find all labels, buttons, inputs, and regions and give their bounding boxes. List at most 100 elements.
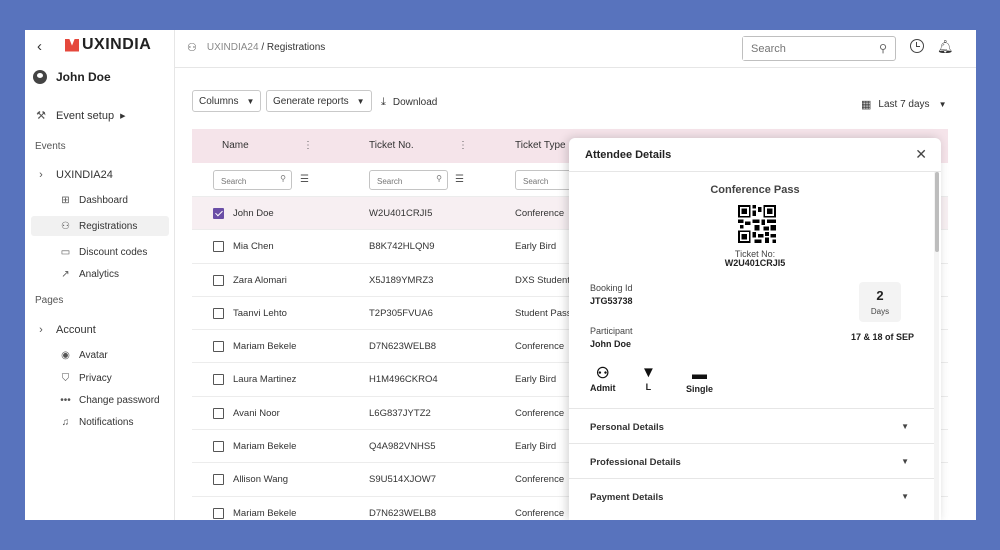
- row-checkbox[interactable]: [213, 407, 224, 419]
- search-icon[interactable]: ⚲: [879, 42, 887, 55]
- filter-icon[interactable]: ☰: [300, 174, 309, 185]
- cell-type: Conference: [515, 208, 565, 219]
- bed-icon: ▬: [692, 366, 707, 383]
- panel-title: Attendee Details: [585, 149, 672, 161]
- name-filter[interactable]: ⚲: [213, 170, 292, 191]
- sidebar-item-label: Notifications: [79, 417, 134, 428]
- sidebar: ‹ UXINDIA John Doe ⚒ Event setup ▶ Event…: [25, 30, 175, 520]
- filter-icon[interactable]: ☰: [455, 174, 464, 185]
- clock-icon[interactable]: [910, 39, 924, 53]
- download-button[interactable]: ⤓ Download: [381, 96, 437, 109]
- amenity-label: Admit: [590, 383, 616, 393]
- sidebar-item-avatar[interactable]: ◉ Avatar: [59, 350, 108, 361]
- amenity-bed: ▬ Single: [686, 366, 713, 394]
- sidebar-item-privacy[interactable]: ⛉ Privacy: [59, 373, 112, 384]
- booking-id-value: JTG53738: [590, 296, 633, 306]
- cell-type: Conference: [515, 341, 565, 353]
- sidebar-item-registrations[interactable]: ⚇ Registrations: [59, 221, 137, 232]
- back-chevron-icon[interactable]: ‹: [37, 38, 42, 55]
- column-header-ticket-no[interactable]: Ticket No.: [369, 140, 414, 151]
- column-header-ticket-type[interactable]: Ticket Type: [515, 140, 566, 151]
- columns-button[interactable]: Columns ▼: [192, 90, 262, 112]
- cell-name: Laura Martinez: [233, 374, 297, 386]
- days-badge: 2 Days: [859, 282, 901, 322]
- amenity-label: L: [645, 382, 652, 392]
- generate-reports-label: Generate reports: [273, 95, 349, 107]
- search-icon: ⚲: [280, 174, 286, 183]
- search-icon: ⚲: [436, 174, 442, 183]
- section-personal-details[interactable]: Personal Details ▼: [569, 408, 934, 443]
- bell-icon[interactable]: 🔔︎: [937, 39, 954, 55]
- sidebar-item-label: Avatar: [79, 350, 108, 361]
- date-range-label: Last 7 days: [878, 99, 930, 110]
- cell-ticket: Q4A982VNHS5: [369, 441, 436, 453]
- generate-reports-button[interactable]: Generate reports ▼: [266, 90, 372, 112]
- days-count: 2: [876, 288, 884, 303]
- caret-down-icon[interactable]: ▼: [901, 457, 909, 466]
- topbar: ⚇ UXINDIA24 / Registrations ⚲ 🔔︎: [175, 30, 976, 68]
- sidebar-item-discount-codes[interactable]: ▭ Discount codes: [59, 247, 148, 258]
- amenity-label: Single: [686, 384, 714, 394]
- close-icon[interactable]: ✕: [915, 146, 927, 163]
- caret-down-icon[interactable]: ▼: [901, 422, 909, 431]
- sidebar-item-label: Registrations: [79, 221, 138, 232]
- row-checkbox[interactable]: [213, 241, 224, 253]
- date-range-select[interactable]: ▦ Last 7 days ▼: [861, 98, 946, 111]
- name-filter-input[interactable]: [214, 172, 269, 191]
- sidebar-item-analytics[interactable]: ↗ Analytics: [59, 269, 119, 280]
- cell-type: Conference: [515, 407, 565, 419]
- cell-name: Taanvi Lehto: [233, 307, 287, 319]
- breadcrumb-root[interactable]: UXINDIA24: [207, 42, 259, 53]
- row-checkbox[interactable]: [213, 441, 224, 453]
- logo-mark-icon: [65, 38, 79, 52]
- user-profile[interactable]: John Doe: [33, 70, 111, 84]
- cell-ticket: H1M496CKRO4: [369, 374, 438, 386]
- row-checkbox[interactable]: [213, 474, 224, 486]
- sidebar-item-notifications[interactable]: ♫ Notifications: [59, 417, 134, 428]
- qr-code-icon: [738, 205, 776, 243]
- sidebar-item-label: Change password: [79, 395, 160, 406]
- row-checkbox[interactable]: [213, 274, 224, 286]
- sidebar-item-event[interactable]: › UXINDIA24: [33, 169, 113, 181]
- row-checkbox[interactable]: [213, 208, 224, 219]
- sidebar-item-account[interactable]: › Account: [33, 324, 96, 336]
- type-filter-input[interactable]: [516, 172, 571, 191]
- logo: UXINDIA: [65, 36, 151, 54]
- section-label: Payment Details: [590, 492, 664, 503]
- cell-ticket: S9U514XJOW7: [369, 474, 437, 486]
- user-name: John Doe: [56, 70, 111, 84]
- cell-name: Allison Wang: [233, 474, 289, 486]
- section-payment-details[interactable]: Payment Details ▼: [569, 478, 934, 513]
- app-window: ‹ UXINDIA John Doe ⚒ Event setup ▶ Event…: [25, 30, 976, 520]
- search-input[interactable]: [743, 37, 863, 60]
- attendee-details-panel: Attendee Details ✕ Conference Pass Ticke…: [569, 138, 941, 520]
- row-checkbox[interactable]: [213, 507, 224, 519]
- column-header-name[interactable]: Name: [222, 140, 249, 151]
- group-icon: ⚇: [596, 365, 610, 382]
- sidebar-item-label: Event setup: [56, 109, 115, 122]
- sidebar-item-label: UXINDIA24: [56, 169, 113, 181]
- pass-title: Conference Pass: [710, 184, 800, 196]
- user-circle-icon: ◉: [61, 350, 70, 361]
- column-menu-icon[interactable]: ⋮: [303, 140, 313, 151]
- download-label: Download: [392, 97, 438, 108]
- sidebar-item-event-setup[interactable]: ⚒ Event setup ▶: [33, 109, 125, 123]
- cell-name: Avani Noor: [233, 407, 280, 419]
- row-checkbox[interactable]: [213, 341, 224, 353]
- row-checkbox[interactable]: [213, 374, 224, 386]
- global-search[interactable]: ⚲: [742, 36, 896, 61]
- sidebar-item-dashboard[interactable]: ⊞ Dashboard: [59, 195, 128, 206]
- section-professional-details[interactable]: Professional Details ▼: [569, 443, 934, 478]
- users-icon: ⚇: [187, 42, 197, 54]
- ticket-filter-input[interactable]: [370, 172, 425, 191]
- columns-label: Columns: [199, 95, 239, 107]
- caret-down-icon[interactable]: ▼: [901, 492, 909, 501]
- sidebar-item-change-password[interactable]: ••• Change password: [59, 395, 160, 406]
- column-menu-icon[interactable]: ⋮: [458, 140, 468, 151]
- sidebar-heading-pages: Pages: [35, 295, 64, 306]
- cell-ticket: B8K742HLQN9: [369, 241, 435, 253]
- amenity-tshirt: ▼ L: [641, 364, 656, 392]
- ticket-filter[interactable]: ⚲: [369, 170, 448, 191]
- panel-header: Attendee Details ✕: [569, 138, 941, 172]
- row-checkbox[interactable]: [213, 307, 224, 319]
